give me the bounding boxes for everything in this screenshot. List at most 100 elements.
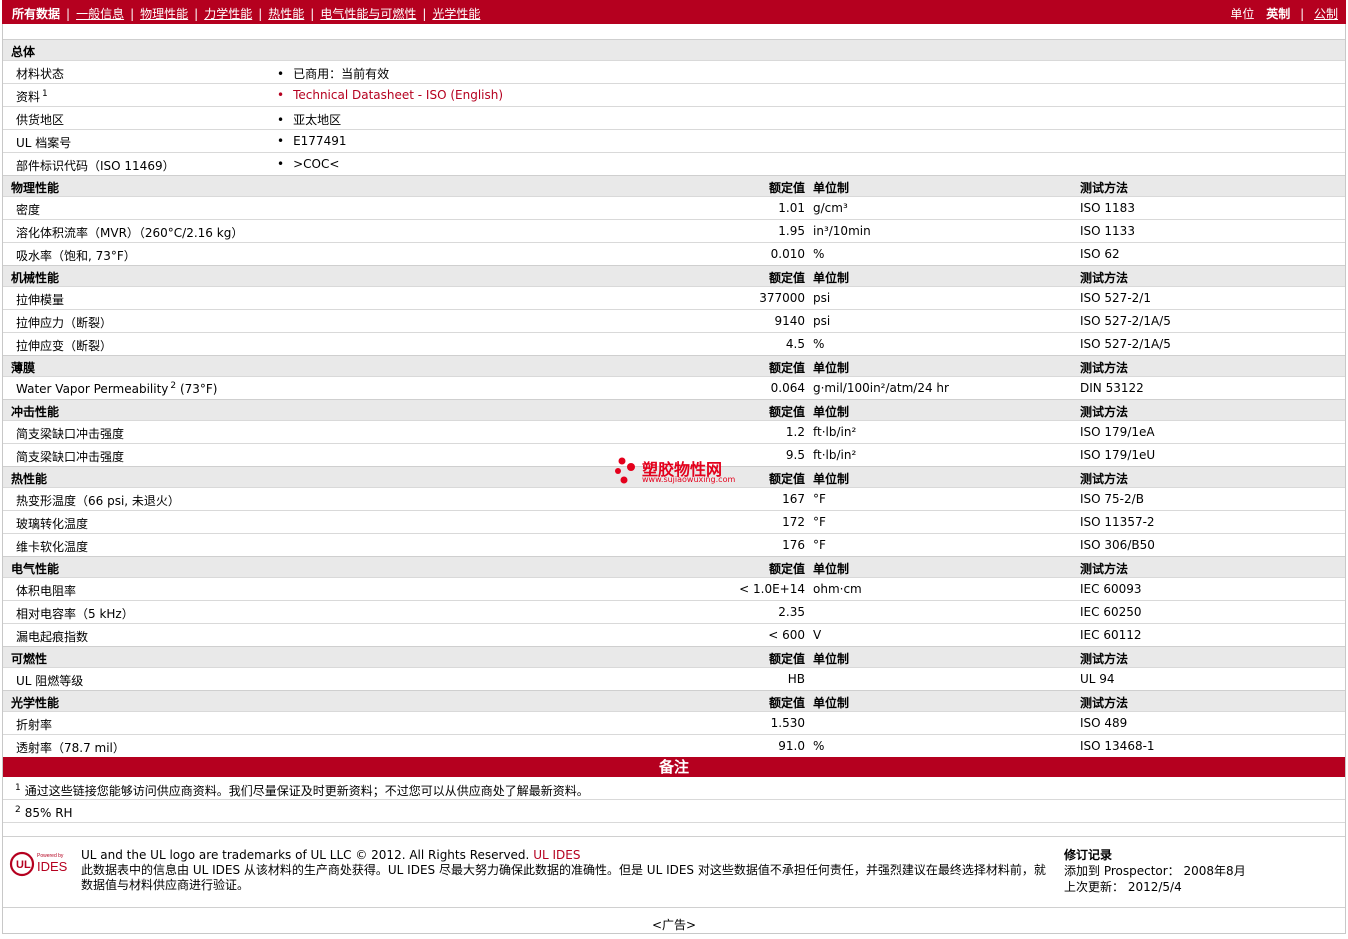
property-unit: psi	[813, 314, 831, 328]
unit-header: 单位制	[813, 405, 850, 419]
property-label-text: 相对电容率（5 kHz）	[16, 607, 134, 621]
property-value: 0.064	[770, 381, 805, 395]
notes-header: 备注	[3, 757, 1345, 777]
property-value: < 600	[768, 628, 805, 642]
property-unit: %	[813, 247, 825, 261]
unit-english[interactable]: 英制	[1266, 7, 1290, 21]
property-label: 密度	[16, 201, 40, 218]
method-header: 测试方法	[1080, 271, 1129, 285]
property-label-text: 维卡软化温度	[16, 540, 89, 554]
test-method: IEC 60250	[1080, 605, 1142, 619]
property-label: 漏电起痕指数	[16, 628, 88, 645]
property-label: 拉伸应变（断裂）	[16, 337, 112, 354]
added-value: 2008年8月	[1183, 864, 1246, 878]
general-row: 材料状态 已商用：当前有效	[3, 60, 1345, 83]
datasheet-link[interactable]: Technical Datasheet - ISO (English)	[277, 88, 503, 102]
top-nav-bar: 所有数据 | 一般信息 | 物理性能 | 力学性能 | 热性能 | 电气性能与可燃性 | 光学性能 单位…	[2, 0, 1346, 24]
unit-header: 单位制	[813, 271, 850, 285]
section-title: 冲击性能	[11, 405, 60, 419]
nav-tab-0[interactable]: 所有数据	[12, 5, 60, 22]
test-method: ISO 11357-2	[1080, 515, 1155, 529]
property-label-text: 玻璃转化温度	[16, 517, 89, 531]
test-method: ISO 1133	[1080, 224, 1135, 238]
property-value: E177491	[277, 134, 346, 148]
general-row: 部件标识代码（ISO 11469） >COC<	[3, 152, 1345, 175]
value-header: 额定值	[768, 405, 805, 419]
note-text: 85% RH	[24, 806, 73, 820]
property-label-text: 热变形温度（66 psi, 未退火）	[16, 494, 180, 508]
unit-header: 单位制	[813, 181, 850, 195]
property-value: 91.0	[778, 739, 805, 753]
section-title: 物理性能	[11, 181, 60, 195]
unit-header: 单位制	[813, 696, 850, 710]
method-header: 测试方法	[1080, 562, 1129, 576]
method-header: 测试方法	[1080, 361, 1129, 375]
property-label: 供货地区	[16, 111, 64, 128]
section-title: 机械性能	[11, 271, 60, 285]
property-label: 部件标识代码（ISO 11469）	[16, 157, 175, 174]
property-value: 亚太地区	[277, 111, 341, 128]
property-label-text: 体积电阻率	[16, 584, 77, 598]
property-label: 相对电容率（5 kHz）	[16, 605, 134, 622]
footnote-ref[interactable]: 1	[42, 89, 48, 99]
test-method: ISO 489	[1080, 716, 1128, 730]
ul-ides-link[interactable]: UL IDES	[533, 848, 580, 862]
section-header: 冲击性能 额定值 单位制 测试方法	[3, 399, 1345, 420]
test-method: IEC 60112	[1080, 628, 1142, 642]
value-header: 额定值	[768, 361, 805, 375]
general-row: 供货地区 亚太地区	[3, 106, 1345, 129]
property-label: 拉伸应力（断裂）	[16, 314, 112, 331]
property-row: 吸水率（饱和, 73°F） 0.010% ISO 62	[3, 242, 1345, 265]
property-value: HB	[787, 672, 805, 686]
nav-tab-4[interactable]: 热性能	[268, 5, 304, 22]
nav-tab-1[interactable]: 一般信息	[76, 5, 124, 22]
property-label: 材料状态	[16, 65, 64, 82]
test-method: ISO 179/1eA	[1080, 425, 1155, 439]
property-label-text: 简支梁缺口冲击强度	[16, 427, 125, 441]
nav-tab-6[interactable]: 光学性能	[432, 5, 480, 22]
unit-metric-link[interactable]: 公制	[1314, 7, 1338, 21]
test-method: ISO 527-2/1A/5	[1080, 337, 1171, 351]
property-label-text: 供货地区	[16, 113, 65, 127]
section-header: 电气性能 额定值 单位制 测试方法	[3, 556, 1345, 577]
ul-ides-logo: UL Powered by IDES	[9, 851, 68, 877]
nav-tab-2[interactable]: 物理性能	[140, 5, 188, 22]
unit-header: 单位制	[813, 652, 850, 666]
property-label-text: 拉伸模量	[16, 293, 65, 307]
note-row: 1 通过这些链接您能够访问供应商资料。我们尽量保证及时更新资料；不过您可以从供应商…	[3, 777, 1345, 800]
property-value: 9140	[774, 314, 805, 328]
property-label-text: 拉伸应变（断裂）	[16, 339, 113, 353]
property-row: 体积电阻率 < 1.0E+14 ohm·cm IEC 60093	[3, 577, 1345, 600]
revision-title: 修订记录	[1064, 848, 1113, 862]
property-label-text: 吸水率（饱和, 73°F）	[16, 249, 136, 263]
property-row: 漏电起痕指数 < 600 V IEC 60112	[3, 623, 1345, 646]
property-label-text: UL 档案号	[16, 136, 72, 150]
nav-tab-3[interactable]: 力学性能	[204, 5, 252, 22]
property-row: UL 阻燃等级 HB UL 94	[3, 667, 1345, 690]
property-unit: g·mil/100in²/atm/24 hr	[813, 381, 949, 395]
property-label: 透射率（78.7 mil）	[16, 739, 125, 756]
svg-text:IDES: IDES	[37, 859, 68, 874]
section-header: 光学性能 额定值 单位制 测试方法	[3, 690, 1345, 711]
property-table: 总体材料状态已商用：当前有效资料1 Technical Datasheet - I…	[3, 39, 1345, 823]
property-label-text: 折射率	[16, 718, 53, 732]
property-label: 吸水率（饱和, 73°F）	[16, 247, 136, 264]
units-label: 单位	[1230, 7, 1255, 21]
revision-history: 修订记录 添加到 Prospector： 2008年8月 上次更新： 2012/…	[1064, 847, 1246, 895]
property-label-text: 部件标识代码（ISO 11469）	[16, 159, 175, 173]
section-title: 光学性能	[11, 696, 60, 710]
property-value: 1.2	[785, 425, 805, 439]
property-label: 资料 1	[16, 88, 48, 105]
value-header: 额定值	[768, 562, 805, 576]
section-header-general: 总体	[3, 39, 1345, 60]
nav-tab-5[interactable]: 电气性能与可燃性	[320, 5, 416, 22]
property-value: 176	[782, 538, 805, 552]
property-label: 玻璃转化温度	[16, 515, 88, 532]
property-label-text: 资料	[16, 90, 41, 104]
svg-text:UL: UL	[16, 859, 31, 871]
property-value: 167	[782, 492, 805, 506]
property-label-text: 材料状态	[16, 67, 65, 81]
updated-value: 2012/5/4	[1127, 880, 1182, 894]
general-row: 资料1 Technical Datasheet - ISO (English)	[3, 83, 1345, 106]
property-label: Water Vapor Permeability 2 (73°F)	[16, 381, 217, 396]
